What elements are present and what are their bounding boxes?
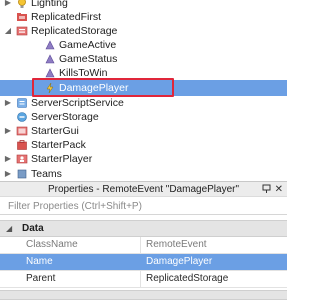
section-header-next[interactable] (0, 290, 287, 300)
filter-properties-input[interactable] (0, 199, 287, 214)
section-title: Data (22, 223, 44, 234)
expand-arrow-icon[interactable]: ▶ (2, 151, 14, 167)
storage-icon (16, 26, 28, 36)
starter-player-icon (16, 154, 28, 164)
property-value: RemoteEvent (146, 239, 207, 250)
server-script-service-icon (17, 98, 27, 108)
filter-properties-bar (0, 199, 287, 215)
property-key: Parent (26, 273, 56, 284)
bool-value-icon (45, 40, 55, 50)
tree-item-label: StarterPlayer (31, 153, 93, 165)
property-row-classname[interactable]: ClassName RemoteEvent (0, 237, 287, 254)
column-divider (140, 271, 141, 287)
column-divider (140, 237, 141, 253)
starter-pack-icon (17, 140, 27, 150)
server-storage-icon (17, 112, 27, 122)
tree-item-teams[interactable]: ▶ Teams (0, 166, 287, 180)
close-icon[interactable]: ✕ (275, 182, 283, 197)
property-key: ClassName (26, 239, 78, 250)
tree-item-starter-player[interactable]: ▶ StarterPlayer (0, 151, 287, 167)
tree-item-label: Teams (31, 168, 62, 180)
properties-title-bar: Properties - RemoteEvent "DamagePlayer" … (0, 181, 287, 197)
properties-title: Properties - RemoteEvent "DamagePlayer" (47, 184, 240, 195)
explorer-panel: ▶ Lighting ReplicatedFirst ◢ ReplicatedS… (0, 0, 287, 180)
property-key: Name (26, 256, 53, 267)
lighting-icon (18, 0, 26, 8)
folder-icon (17, 13, 27, 21)
property-value[interactable]: ReplicatedStorage (146, 271, 228, 287)
property-row-parent[interactable]: Parent ReplicatedStorage (0, 271, 287, 288)
collapse-arrow-icon[interactable]: ◢ (6, 221, 12, 236)
property-value[interactable]: DamagePlayer (146, 254, 212, 270)
string-value-icon (45, 54, 55, 64)
property-row-name[interactable]: Name DamagePlayer (0, 254, 287, 271)
starter-gui-icon (16, 126, 28, 136)
teams-icon (17, 169, 27, 179)
expand-arrow-icon[interactable]: ▶ (2, 166, 14, 180)
section-header-data[interactable]: ◢ Data (0, 220, 287, 237)
pin-icon[interactable] (262, 184, 271, 194)
